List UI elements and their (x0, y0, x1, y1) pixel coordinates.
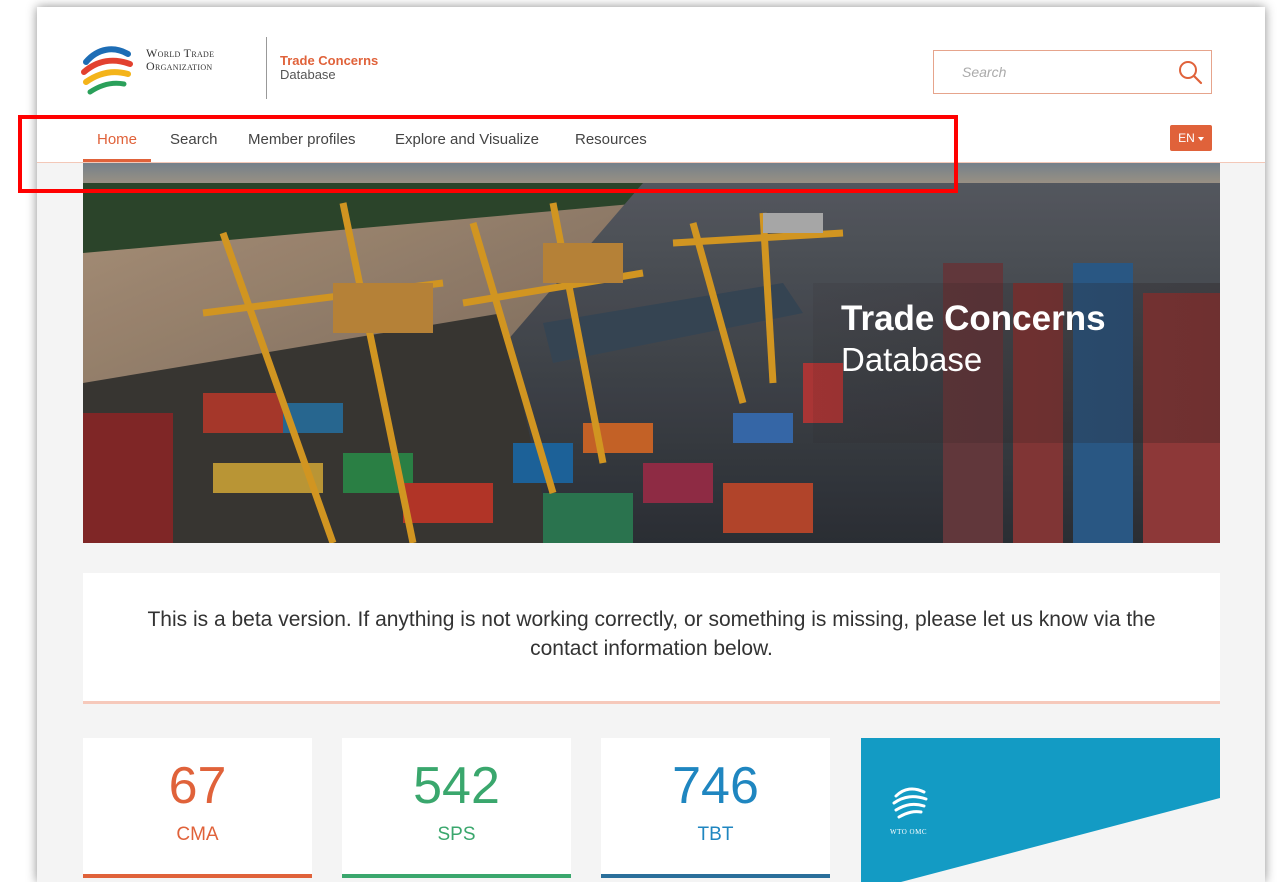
search-input[interactable] (934, 51, 1164, 93)
site-header: World Trade Organization Trade Concerns … (37, 7, 1265, 163)
wto-name-line2: Organization (146, 59, 213, 73)
stat-tbt-label: TBT (697, 824, 734, 845)
language-dropdown[interactable]: EN (1170, 125, 1212, 151)
stat-sps-value: 542 (413, 757, 500, 815)
stat-tbt-bar (601, 874, 830, 878)
hero-banner: Trade Concerns Database (83, 163, 1220, 543)
stat-cma-value: 67 (168, 757, 227, 815)
wto-globe-icon (81, 46, 133, 95)
db-subtitle: Database (280, 67, 336, 82)
wto-globe-icon (892, 787, 928, 819)
page: World Trade Organization Trade Concerns … (37, 7, 1265, 882)
stat-card-cma[interactable]: 67 CMA (83, 738, 312, 878)
stat-card-sps[interactable]: 542 SPS (342, 738, 571, 878)
wto-logo-link[interactable]: World Trade Organization Trade Concerns … (80, 37, 480, 99)
hero-title: Trade Concerns (841, 299, 1106, 338)
stat-cma-label: CMA (176, 824, 219, 845)
stat-sps-bar (342, 874, 571, 878)
caret-down-icon (1197, 136, 1204, 141)
nav-member-profiles[interactable]: Member profiles (248, 122, 356, 162)
db-title: Trade Concerns (280, 53, 379, 68)
search-box (933, 50, 1212, 94)
beta-notice: This is a beta version. If anything is n… (83, 573, 1220, 704)
stat-tbt-value: 746 (672, 757, 759, 815)
beta-notice-text: This is a beta version. If anything is n… (147, 608, 1156, 660)
stat-card-tbt[interactable]: 746 TBT (601, 738, 830, 878)
search-icon[interactable] (1177, 59, 1203, 85)
language-label: EN (1178, 131, 1195, 145)
stat-sps-label: SPS (437, 824, 476, 845)
promo-caption: WTO OMC (890, 828, 928, 836)
stat-cma-bar (83, 874, 312, 878)
nav-search[interactable]: Search (170, 122, 218, 162)
wto-promo-tile[interactable]: WTO OMC (861, 738, 1220, 882)
logo-divider (266, 37, 267, 99)
nav-home[interactable]: Home (83, 122, 152, 162)
hero-subtitle: Database (841, 341, 983, 378)
nav-explore-and-visualize[interactable]: Explore and Visualize (395, 122, 539, 162)
wto-wordmark: World Trade Organization (146, 47, 214, 73)
nav-resources[interactable]: Resources (575, 122, 647, 162)
